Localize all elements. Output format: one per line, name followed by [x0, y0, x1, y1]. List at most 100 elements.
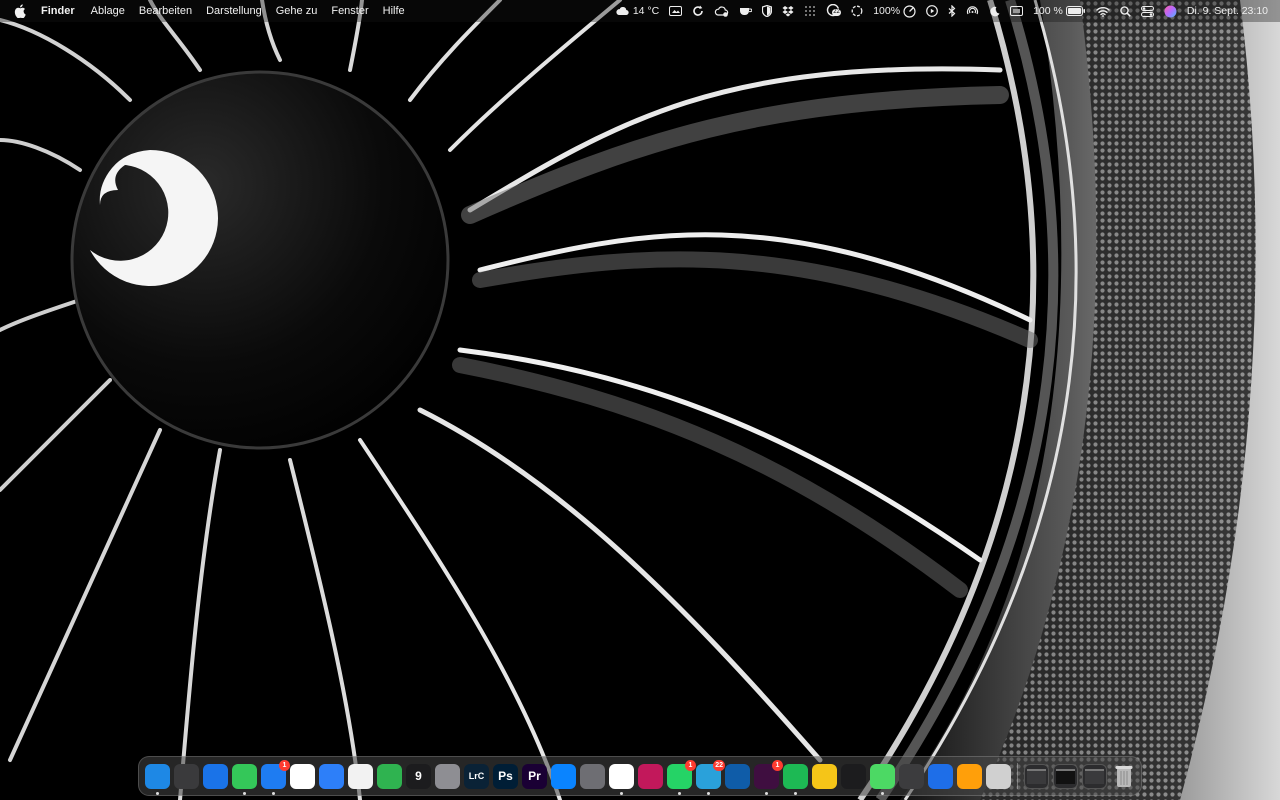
premiere-icon[interactable]: Pr	[522, 763, 547, 789]
menu-hilfe[interactable]: Hilfe	[383, 5, 405, 17]
menu-darstellung[interactable]: Darstellung	[206, 5, 262, 17]
clock-icon[interactable]: 9	[406, 763, 431, 789]
dock-minimized-windows	[1024, 763, 1111, 789]
photos-icon[interactable]	[348, 763, 373, 789]
battery-icon	[1065, 6, 1085, 16]
spotlight-search-icon[interactable]	[1120, 5, 1131, 17]
cloud-sync-icon[interactable]	[714, 5, 729, 17]
dropbox-icon[interactable]	[782, 5, 794, 17]
window-preview	[1027, 768, 1046, 784]
siri-icon[interactable]	[1164, 5, 1177, 18]
running-indicator-dot	[272, 791, 275, 795]
running-indicator-dot	[707, 791, 710, 795]
shield-icon[interactable]	[762, 5, 773, 17]
dock-app-glyph: 9	[415, 769, 422, 783]
clock-status[interactable]: Di. 9. Sept. 23:10	[1187, 5, 1268, 17]
battery-status[interactable]: 100 %	[1033, 5, 1086, 17]
openai-icon[interactable]	[851, 5, 863, 17]
window-thumbnail-icon[interactable]	[1024, 763, 1049, 789]
running-indicator-dot	[765, 791, 768, 795]
notes-icon[interactable]	[812, 763, 837, 789]
lightroom-icon[interactable]: LrC	[464, 763, 489, 789]
maps-icon[interactable]	[870, 763, 895, 795]
slack-icon[interactable]: 1	[754, 759, 783, 795]
finder-icon[interactable]	[145, 763, 170, 795]
dock: 1 9 LrC Ps Pr 1 22 1	[138, 756, 1142, 796]
dock-app-glyph: Ps	[498, 769, 513, 783]
dock-apps: 1 9 LrC Ps Pr 1 22 1	[145, 759, 1015, 795]
display-menu-icon[interactable]	[1010, 6, 1024, 16]
contacts-icon[interactable]	[435, 763, 460, 789]
cpu-usage-status[interactable]: 100%	[873, 4, 916, 18]
terminal-icon[interactable]	[841, 763, 866, 789]
dock-app-glyph: LrC	[468, 771, 485, 781]
mail-icon[interactable]: 1	[261, 759, 290, 795]
airdrop-icon[interactable]	[966, 5, 979, 17]
trash-icon[interactable]	[1111, 764, 1136, 789]
menu-bar-status-area: 14 °C 22 100% 100 % Di. 9. Sept. 23:10	[605, 0, 1280, 22]
instruments-icon[interactable]	[551, 763, 576, 789]
notification-badge: 1	[772, 759, 783, 771]
menu-bar: Finder Ablage Bearbeiten Darstellung Geh…	[0, 0, 1280, 22]
notification-badge: 1	[279, 759, 290, 771]
control-center-icon[interactable]	[1140, 5, 1154, 17]
running-indicator-dot	[794, 791, 797, 795]
running-indicator-dot	[620, 791, 623, 795]
sync-status-icon[interactable]	[692, 5, 704, 17]
notification-badge: 22	[713, 759, 725, 771]
calendar-icon[interactable]	[290, 763, 315, 789]
battery-percent-label: 100 %	[1033, 5, 1063, 17]
menu-app-name[interactable]: Finder	[41, 5, 75, 17]
cloud-icon	[616, 7, 629, 16]
home-icon[interactable]	[957, 763, 982, 789]
screen-icon[interactable]	[669, 6, 683, 16]
app-store-icon[interactable]	[319, 763, 344, 789]
grid-menu-icon[interactable]	[804, 5, 816, 17]
notification-badge: 1	[685, 759, 696, 771]
spotify-icon[interactable]	[783, 763, 808, 795]
running-indicator-dot	[678, 791, 681, 795]
menu-bar-left: Finder Ablage Bearbeiten Darstellung Geh…	[0, 0, 419, 22]
shortcuts-icon[interactable]	[638, 763, 663, 789]
robot-icon[interactable]	[986, 763, 1011, 789]
window-thumbnail-icon[interactable]	[1053, 763, 1078, 789]
window-preview	[1085, 768, 1104, 784]
settings-icon[interactable]	[580, 763, 605, 789]
cpu-usage-label: 100%	[873, 5, 901, 17]
play-icon[interactable]	[926, 5, 938, 17]
messages-icon[interactable]	[232, 763, 257, 795]
launchpad-icon[interactable]	[174, 763, 199, 789]
safari-icon[interactable]	[203, 763, 228, 789]
notification-count-label: 22	[832, 9, 841, 16]
dock-separator	[1017, 763, 1018, 789]
telegram-icon[interactable]: 22	[696, 759, 725, 795]
focus-moon-icon[interactable]	[989, 6, 1000, 17]
running-indicator-dot	[243, 791, 246, 795]
dock-app-glyph: Pr	[528, 769, 541, 783]
menu-bearbeiten[interactable]: Bearbeiten	[139, 5, 192, 17]
running-indicator-dot	[881, 791, 884, 795]
whatsapp-icon[interactable]: 1	[667, 759, 696, 795]
wifi-icon[interactable]	[1096, 6, 1110, 17]
menu-ablage[interactable]: Ablage	[91, 5, 125, 17]
weather-temperature: 14 °C	[632, 5, 660, 17]
weather-status[interactable]: 14 °C	[615, 5, 659, 17]
photoshop-icon[interactable]: Ps	[493, 763, 518, 789]
desktop-wallpaper	[0, 0, 1280, 800]
chatgpt-icon[interactable]	[609, 763, 634, 795]
vscode-icon[interactable]	[725, 763, 750, 789]
menu-gehe-zu[interactable]: Gehe zu	[276, 5, 318, 17]
menu-bar-datetime: Di. 9. Sept. 23:10	[1186, 5, 1268, 17]
window-preview	[1056, 768, 1075, 784]
window-thumbnail-icon[interactable]	[1082, 763, 1107, 789]
notification-count-status[interactable]: 22	[826, 4, 841, 18]
bluetooth-icon[interactable]	[948, 5, 956, 17]
menu-fenster[interactable]: Fenster	[331, 5, 368, 17]
coffee-cup-icon[interactable]	[739, 6, 753, 16]
gauge-icon	[903, 4, 916, 18]
sync-icon[interactable]	[928, 763, 953, 789]
bitwarden-icon[interactable]	[899, 763, 924, 789]
running-indicator-dot	[156, 791, 159, 795]
apple-menu-icon[interactable]	[14, 4, 28, 18]
facetime-icon[interactable]	[377, 763, 402, 789]
